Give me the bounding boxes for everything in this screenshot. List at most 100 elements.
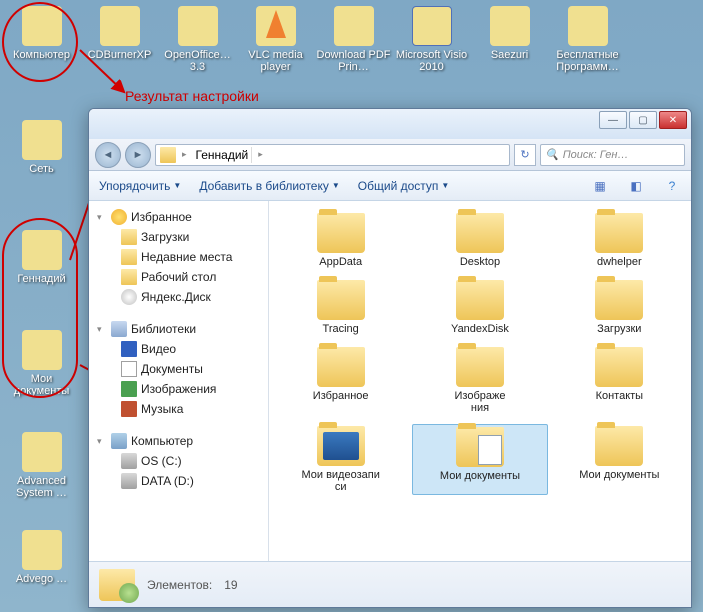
explorer-body: ▾ Избранное Загрузки Недавние места Рабо…: [89, 201, 691, 561]
chevron-down-icon: ▼: [332, 181, 340, 190]
nav-back-button[interactable]: ◄: [95, 142, 121, 168]
toolbar-label: Упорядочить: [99, 179, 170, 193]
folder-item[interactable]: Загрузки: [552, 278, 687, 337]
nav-item-documents[interactable]: Документы: [93, 359, 264, 379]
nav-item-images[interactable]: Изображения: [93, 379, 264, 399]
expand-icon: ▾: [97, 212, 107, 223]
address-bar[interactable]: ▸ Геннадий ▸: [155, 144, 510, 166]
music-icon: [121, 401, 137, 417]
folder-item[interactable]: Мои документы: [552, 424, 687, 495]
nav-item-label: Музыка: [141, 402, 183, 416]
minimize-button[interactable]: —: [599, 111, 627, 129]
folder-icon: [121, 229, 137, 245]
nav-item-yandexdisk[interactable]: Яндекс.Диск: [93, 287, 264, 307]
folder-label: AppData: [275, 256, 406, 268]
disk-icon: [121, 289, 137, 305]
nav-group-favorites: ▾ Избранное Загрузки Недавние места Рабо…: [93, 207, 264, 307]
item-grid: AppData Desktop dwhelper Tracing YandexDisk З…: [273, 211, 687, 495]
expand-icon: ▾: [97, 324, 107, 335]
computer-icon: [111, 433, 127, 449]
folder-icon: [317, 213, 365, 253]
nav-item-desktop[interactable]: Рабочий стол: [93, 267, 264, 287]
toolbar-add-library[interactable]: Добавить в библиотеку ▼: [199, 179, 339, 193]
view-mode-button[interactable]: ▦: [591, 177, 609, 195]
status-count: 19: [224, 578, 237, 592]
nav-head-computer[interactable]: ▾ Компьютер: [93, 431, 264, 451]
folder-icon: [121, 269, 137, 285]
folder-label: Desktop: [414, 256, 545, 268]
nav-item-label: OS (C:): [141, 454, 182, 468]
chevron-down-icon: ▼: [173, 181, 181, 190]
user-folder-icon: [99, 569, 135, 601]
nav-item-downloads[interactable]: Загрузки: [93, 227, 264, 247]
folder-item[interactable]: Desktop: [412, 211, 547, 270]
folder-icon: [160, 147, 176, 163]
star-icon: [111, 209, 127, 225]
nav-forward-button[interactable]: ►: [125, 142, 151, 168]
folder-icon: [456, 213, 504, 253]
search-input[interactable]: 🔍 Поиск: Ген…: [540, 144, 685, 166]
folder-icon: [317, 426, 365, 466]
folder-icon: [317, 347, 365, 387]
folder-icon: [595, 280, 643, 320]
nav-head-label: Избранное: [131, 210, 192, 224]
folder-item[interactable]: AppData: [273, 211, 408, 270]
nav-item-label: Изображения: [141, 382, 216, 396]
folder-label: Tracing: [275, 323, 406, 335]
nav-item-label: Видео: [141, 342, 176, 356]
nav-head-libraries[interactable]: ▾ Библиотеки: [93, 319, 264, 339]
search-placeholder: Поиск: Ген…: [563, 149, 629, 161]
nav-head-label: Библиотеки: [131, 322, 196, 336]
image-icon: [121, 381, 137, 397]
preview-pane-button[interactable]: ◧: [627, 177, 645, 195]
toolbar-share[interactable]: Общий доступ ▼: [358, 179, 450, 193]
folder-icon: [456, 280, 504, 320]
nav-head-favorites[interactable]: ▾ Избранное: [93, 207, 264, 227]
nav-item-label: DATA (D:): [141, 474, 194, 488]
drive-icon: [121, 453, 137, 469]
folder-label: Мои документы: [554, 469, 685, 481]
explorer-window: — ▢ ✕ ◄ ► ▸ Геннадий ▸ ↻ 🔍 Поиск: Ген… У…: [88, 108, 692, 608]
folder-label: Мои видеозапи си: [275, 469, 406, 493]
help-button[interactable]: ?: [663, 177, 681, 195]
chevron-icon: ▸: [180, 149, 189, 160]
folder-item[interactable]: Мои видеозапи си: [273, 424, 408, 495]
nav-item-video[interactable]: Видео: [93, 339, 264, 359]
folder-icon: [317, 280, 365, 320]
close-button[interactable]: ✕: [659, 111, 687, 129]
folder-item[interactable]: YandexDisk: [412, 278, 547, 337]
folder-item[interactable]: Изображе ния: [412, 345, 547, 416]
address-segment[interactable]: Геннадий: [193, 147, 253, 163]
toolbar-organize[interactable]: Упорядочить ▼: [99, 179, 181, 193]
folder-item[interactable]: Tracing: [273, 278, 408, 337]
content-pane: AppData Desktop dwhelper Tracing YandexDisk З…: [269, 201, 691, 561]
nav-item-drive-d[interactable]: DATA (D:): [93, 471, 264, 491]
folder-label: Контакты: [554, 390, 685, 402]
toolbar-label: Добавить в библиотеку: [199, 179, 329, 193]
folder-item[interactable]: Избранное: [273, 345, 408, 416]
folder-label: YandexDisk: [414, 323, 545, 335]
folder-icon: [456, 347, 504, 387]
nav-item-recent[interactable]: Недавние места: [93, 247, 264, 267]
toolbar-label: Общий доступ: [358, 179, 439, 193]
chevron-icon: ▸: [256, 149, 265, 160]
folder-icon: [121, 249, 137, 265]
nav-item-music[interactable]: Музыка: [93, 399, 264, 419]
navbar: ◄ ► ▸ Геннадий ▸ ↻ 🔍 Поиск: Ген…: [89, 139, 691, 171]
video-icon: [121, 341, 137, 357]
library-icon: [111, 321, 127, 337]
nav-group-libraries: ▾ Библиотеки Видео Документы Изображения…: [93, 319, 264, 419]
maximize-button[interactable]: ▢: [629, 111, 657, 129]
nav-group-computer: ▾ Компьютер OS (C:) DATA (D:): [93, 431, 264, 491]
status-bar: Элементов: 19: [89, 561, 691, 607]
nav-head-label: Компьютер: [131, 434, 193, 448]
search-icon: 🔍: [545, 148, 559, 161]
folder-label: Мои документы: [415, 470, 544, 482]
folder-item[interactable]: Контакты: [552, 345, 687, 416]
nav-item-label: Рабочий стол: [141, 270, 216, 284]
refresh-button[interactable]: ↻: [514, 144, 536, 166]
nav-item-drive-c[interactable]: OS (C:): [93, 451, 264, 471]
folder-item[interactable]: Мои документы: [412, 424, 547, 495]
folder-item[interactable]: dwhelper: [552, 211, 687, 270]
navigation-pane: ▾ Избранное Загрузки Недавние места Рабо…: [89, 201, 269, 561]
